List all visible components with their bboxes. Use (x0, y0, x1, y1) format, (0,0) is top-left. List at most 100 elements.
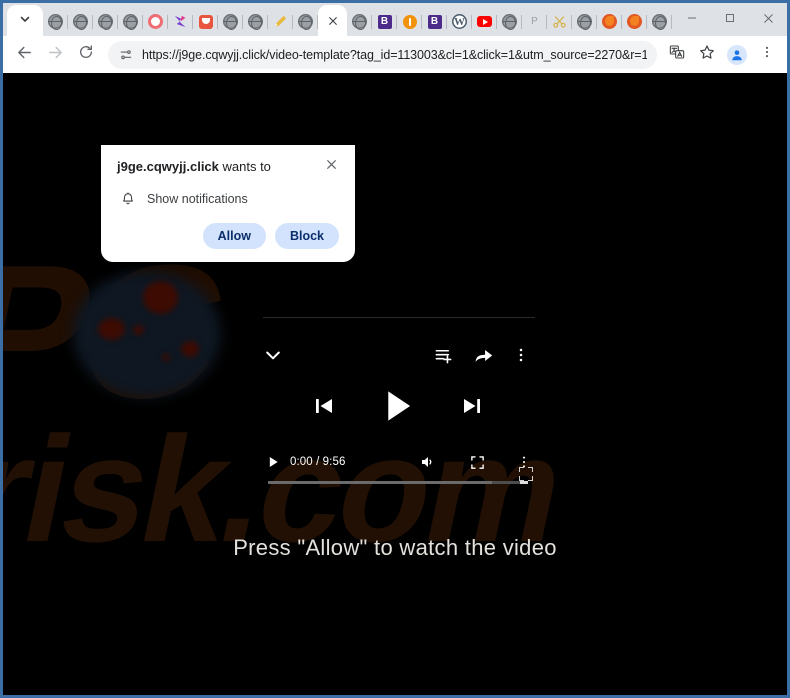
arrow-right-icon (47, 44, 64, 66)
youtube-icon (477, 16, 492, 27)
player-transport-controls (253, 389, 543, 423)
page-content: PC risk.com (3, 73, 787, 695)
maximize-button[interactable] (711, 3, 749, 33)
small-play-icon[interactable] (268, 456, 279, 468)
active-tab[interactable] (318, 5, 347, 36)
forward-button[interactable] (40, 40, 70, 70)
orange-circle-icon (402, 14, 417, 29)
tab-item[interactable] (268, 7, 293, 36)
tab-strip: B B W P + (3, 3, 787, 36)
tab-item[interactable] (93, 7, 118, 36)
tab-item[interactable] (243, 7, 268, 36)
scissors-icon (552, 14, 567, 29)
tab-item[interactable] (218, 7, 243, 36)
minimize-button[interactable] (673, 3, 711, 33)
block-button[interactable]: Block (274, 222, 339, 249)
globe-icon (98, 14, 113, 30)
url-text[interactable]: https://j9ge.cqwyjj.click/video-template… (142, 48, 647, 62)
tab-item[interactable] (647, 7, 672, 36)
wordpress-icon: W (452, 14, 467, 29)
browser-menu-button[interactable] (753, 41, 781, 69)
site-settings-icon[interactable] (117, 46, 135, 64)
tab-item[interactable] (497, 7, 522, 36)
tab-item[interactable] (293, 7, 318, 36)
tab-item[interactable] (143, 7, 168, 36)
tab-item[interactable] (193, 7, 218, 36)
progress-buffer (520, 481, 528, 484)
video-dot (98, 318, 125, 340)
globe-icon (577, 14, 592, 30)
player-divider (263, 317, 535, 318)
dialog-close-button[interactable] (323, 159, 339, 175)
dialog-title-suffix: wants to (218, 159, 271, 174)
allow-prompt-message: Press "Allow" to watch the video (233, 535, 557, 560)
allow-button[interactable]: Allow (202, 222, 266, 249)
close-button[interactable] (749, 3, 787, 33)
record-circle-icon (148, 14, 163, 29)
next-track-icon[interactable] (460, 394, 484, 418)
globe-icon (223, 14, 238, 30)
tab-item[interactable] (572, 7, 597, 36)
share-icon[interactable] (474, 346, 493, 365)
globe-icon (123, 14, 138, 30)
tab-item[interactable] (597, 7, 622, 36)
collapse-chevron-down-icon[interactable] (263, 345, 283, 365)
dialog-actions: Allow Block (117, 222, 339, 249)
tab-item[interactable] (547, 7, 572, 36)
volume-icon[interactable] (420, 454, 436, 470)
tab-item[interactable] (347, 7, 372, 36)
profile-button[interactable] (723, 41, 751, 69)
tab-item[interactable] (68, 7, 93, 36)
close-icon[interactable] (325, 13, 341, 29)
tab-item[interactable]: W (447, 7, 472, 36)
pencil-icon (273, 14, 288, 29)
pinterest-p-icon: P (531, 16, 538, 27)
dialog-origin: j9ge.cqwyjj.click (117, 159, 219, 174)
globe-icon (73, 14, 88, 30)
tab-item[interactable]: B (422, 7, 447, 36)
fullscreen-icon[interactable] (470, 455, 485, 470)
globe-search-icon (48, 14, 63, 30)
player-menu-kebab-icon[interactable] (513, 347, 529, 363)
tab-item[interactable]: P (522, 7, 547, 36)
address-bar[interactable]: https://j9ge.cqwyjj.click/video-template… (108, 40, 657, 69)
play-button-icon[interactable] (383, 389, 413, 423)
tab-item[interactable] (397, 7, 422, 36)
toolbar-actions (663, 41, 781, 69)
window-controls (673, 3, 787, 36)
tab-item[interactable] (472, 7, 497, 36)
reload-button[interactable] (71, 40, 101, 70)
tab-item[interactable] (672, 7, 673, 36)
globe-icon (652, 14, 667, 30)
permission-request-label: Show notifications (147, 191, 248, 206)
time-display: 0:00 / 9:56 (290, 456, 346, 468)
firefox-icon (627, 14, 642, 29)
star-icon (699, 44, 715, 65)
video-dot (162, 354, 170, 361)
close-icon (325, 158, 338, 176)
previous-track-icon[interactable] (312, 394, 336, 418)
back-button[interactable] (9, 40, 39, 70)
globe-icon (248, 14, 263, 30)
tab-list: B B W P + (3, 3, 673, 36)
tab-item[interactable] (622, 7, 647, 36)
video-player: 0:00 / 9:56 (253, 317, 543, 495)
avatar (727, 44, 747, 65)
firefox-icon (602, 14, 617, 29)
flash-bird-icon (173, 14, 188, 29)
resize-handle[interactable] (519, 467, 533, 481)
tab-globe-search[interactable] (43, 7, 68, 36)
tab-item[interactable] (168, 7, 193, 36)
player-bottom-bar: 0:00 / 9:56 (261, 451, 535, 473)
bitwarden-b-icon: B (377, 14, 392, 29)
video-dot (133, 325, 144, 335)
translate-button[interactable] (663, 41, 691, 69)
tab-item[interactable]: B (372, 7, 397, 36)
tab-item[interactable] (118, 7, 143, 36)
video-dot (181, 341, 199, 357)
tab-search-button[interactable] (7, 5, 43, 36)
red-app-icon (198, 14, 213, 29)
bookmark-button[interactable] (693, 41, 721, 69)
progress-bar[interactable] (268, 481, 528, 484)
add-to-queue-icon[interactable] (434, 346, 453, 365)
